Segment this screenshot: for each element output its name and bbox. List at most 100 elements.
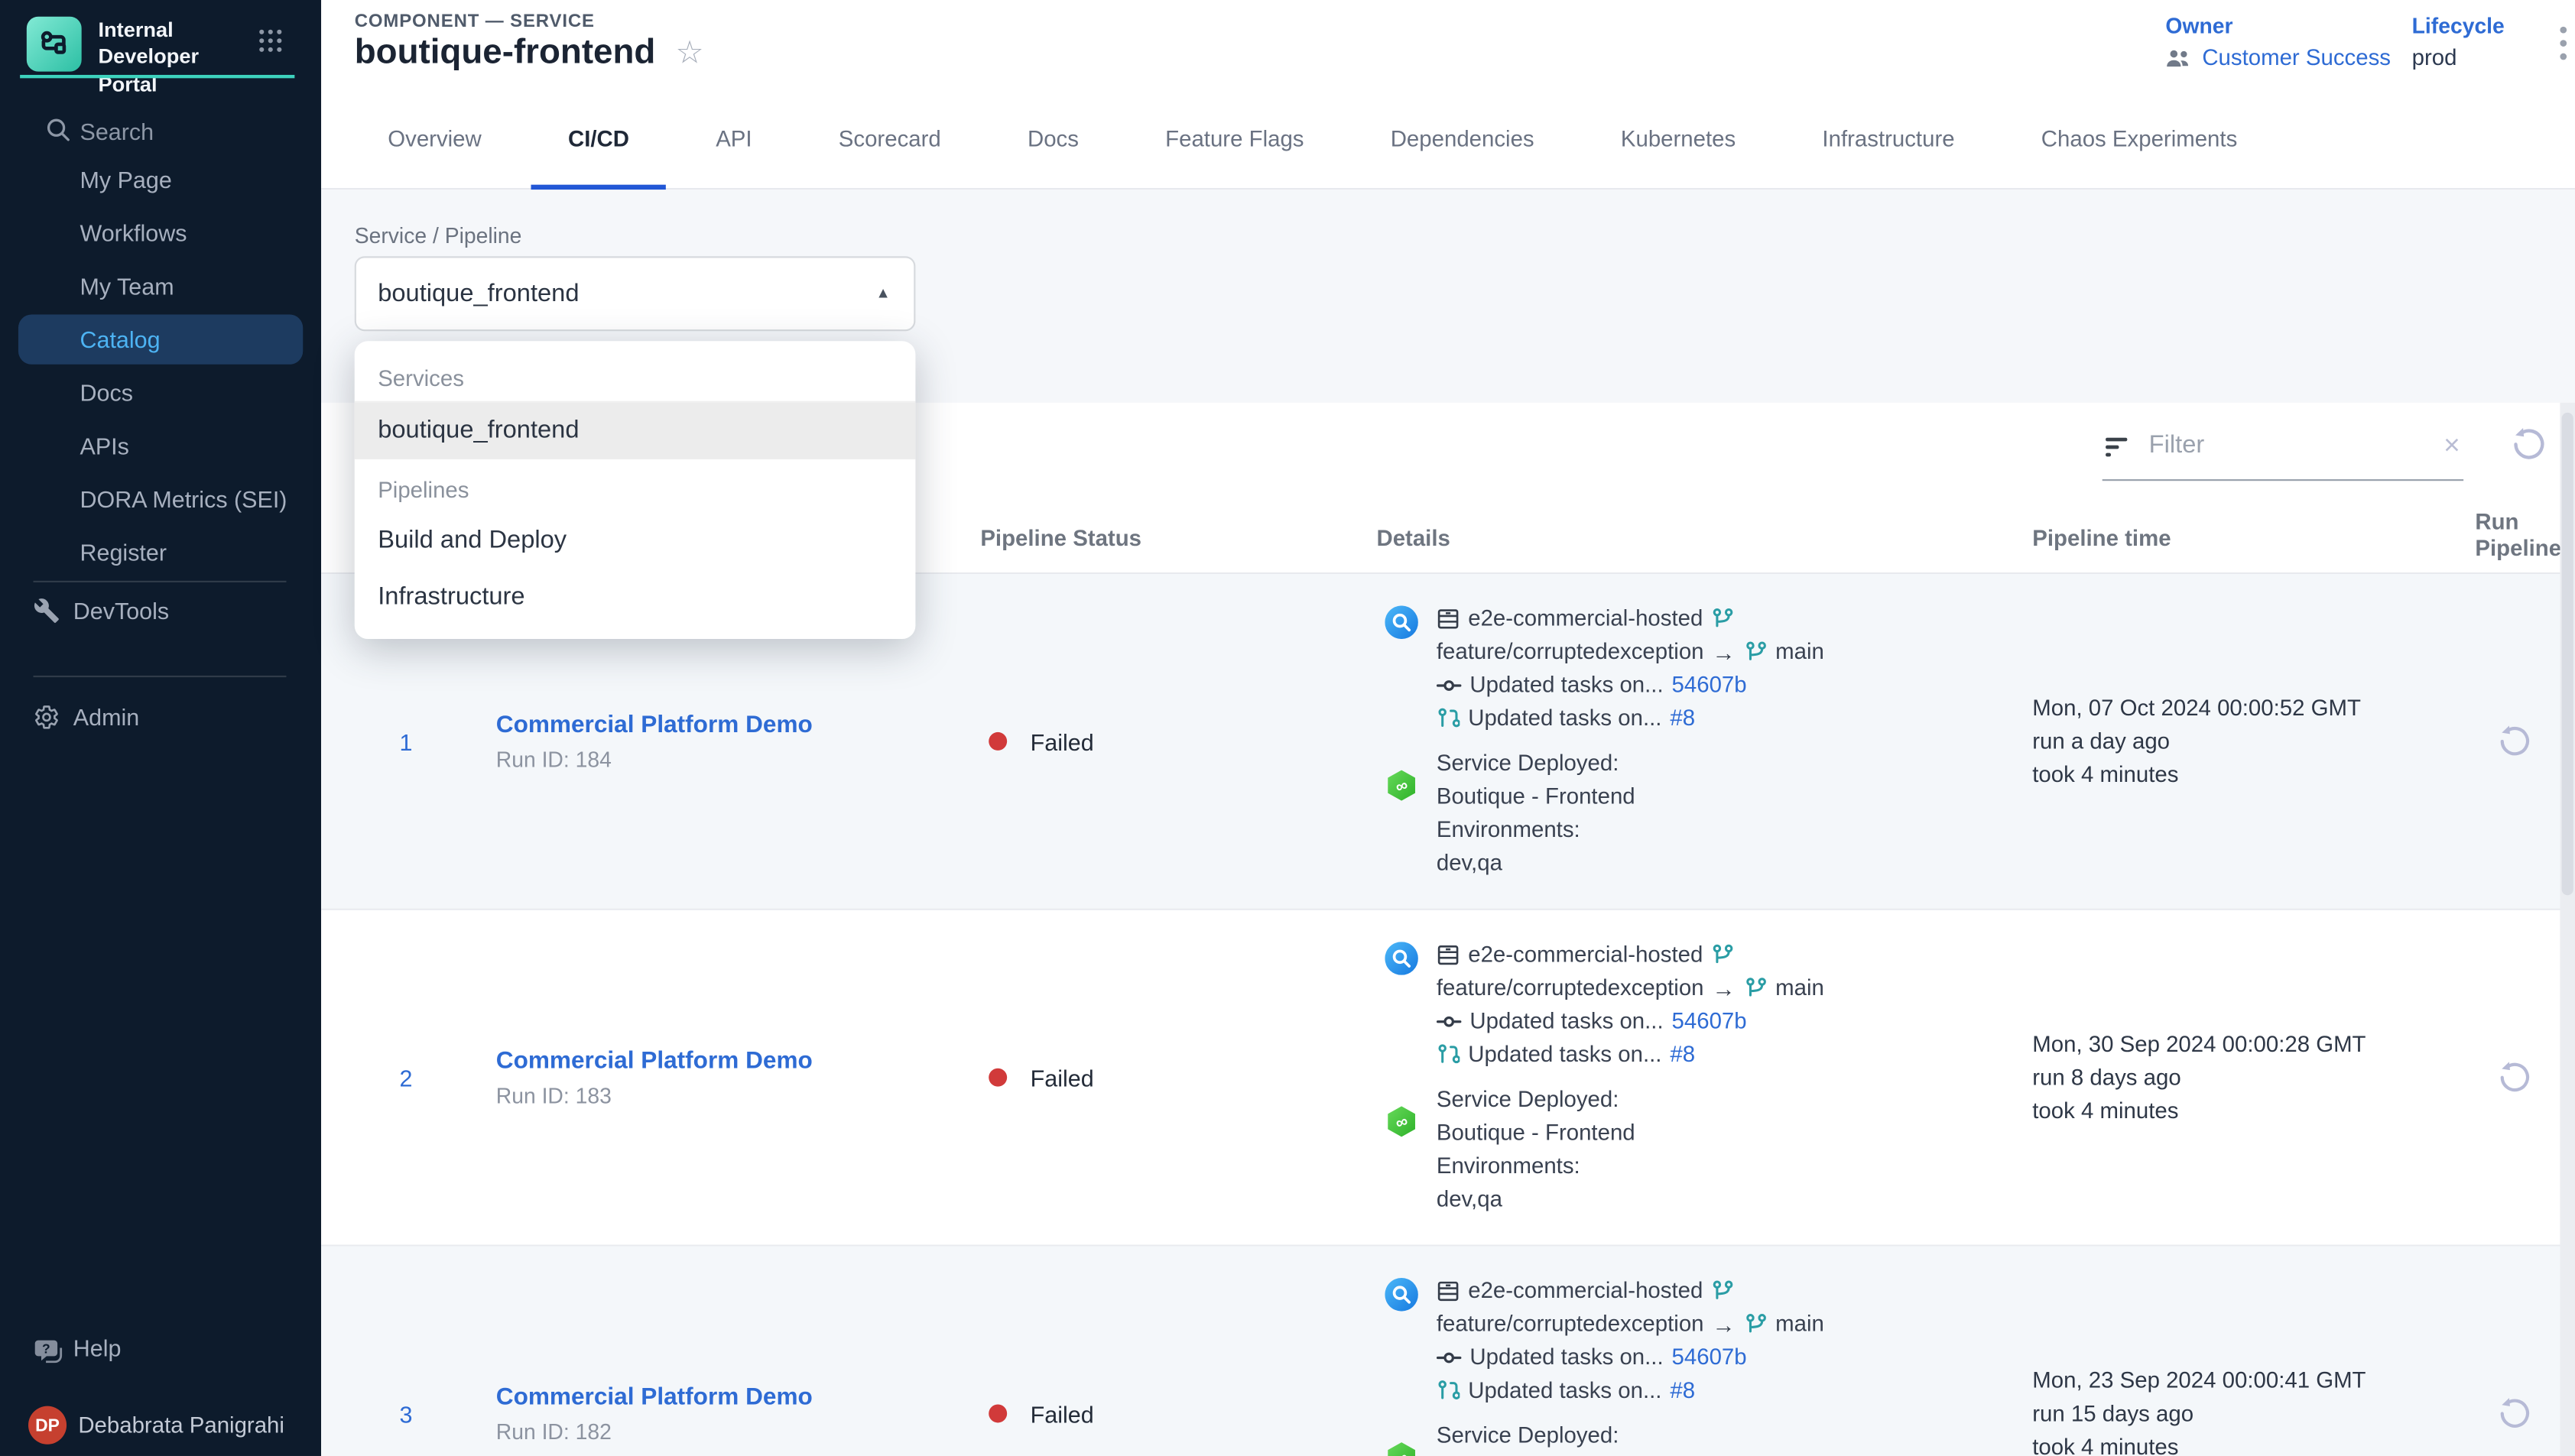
status-label: Failed [1031,728,1094,754]
vertical-scrollbar[interactable] [2560,403,2575,1456]
table-row: 2 Commercial Platform Demo Run ID: 183 F… [321,910,2575,1247]
more-options-kebab-icon[interactable] [2552,23,2575,66]
dropdown-option-infrastructure[interactable]: Infrastructure [355,569,916,626]
table-body: 1 Commercial Platform Demo Run ID: 184 F… [321,574,2575,1456]
commit-icon [1437,1010,1462,1033]
help-chat-icon: ? [34,1338,63,1367]
filter-input[interactable] [2145,430,2410,461]
refresh-icon[interactable] [2510,426,2547,462]
user-menu[interactable]: DP Debabrata Panigrahi [0,1402,321,1452]
pipeline-took: took 4 minutes [2032,1094,2452,1127]
run-pipeline-retry-icon[interactable] [2496,724,2531,759]
service-pipeline-select[interactable]: boutique_frontend ▲ [355,256,916,331]
sidebar-item-label: Help [73,1334,122,1361]
tab-scorecard[interactable]: Scorecard [795,93,984,188]
sidebar-item-my-team[interactable]: My Team [0,260,321,313]
tab-api[interactable]: API [673,93,796,188]
sidebar-item-help[interactable]: ? Help [0,1326,321,1380]
filter-icon [2106,438,2131,459]
service-pipeline-label: Service / Pipeline [355,223,522,248]
sidebar-item-label: Admin [73,704,139,731]
deployed-service: Boutique - Frontend [1437,1453,1635,1456]
run-id: Run ID: 182 [496,1419,954,1445]
dropdown-option-boutique-frontend[interactable]: boutique_frontend [355,403,916,459]
source-branch: feature/corruptedexception [1437,636,1704,670]
lifecycle-value: prod [2412,45,2457,70]
commit-link[interactable]: 54607b [1672,1005,1747,1039]
pr-link[interactable]: #8 [1670,1039,1695,1072]
tab-overview[interactable]: Overview [345,93,525,188]
clear-filter-icon[interactable]: × [2443,430,2460,463]
page-header: COMPONENT — SERVICE boutique-frontend ☆ … [321,0,2575,93]
pull-request-icon [1437,707,1460,730]
git-branch-icon [1744,977,1767,1000]
deployed-label: Service Deployed: [1437,1083,1619,1117]
tab-infrastructure[interactable]: Infrastructure [1779,93,1998,188]
tab-cicd[interactable]: CI/CD [524,93,672,188]
owner-label: Owner [2165,13,2391,38]
sidebar-item-devtools[interactable]: DevTools [0,585,321,639]
search-icon [45,116,72,143]
sidebar-item-register[interactable]: Register [0,526,321,579]
ci-stage-icon [1385,1278,1418,1312]
pipeline-took: took 4 minutes [2032,758,2452,792]
git-branch-icon [1711,1279,1734,1302]
tab-chaos-experiments[interactable]: Chaos Experiments [1998,93,2281,188]
people-icon [2165,47,2192,67]
sidebar-item-apis[interactable]: APIs [0,420,321,473]
tab-feature-flags[interactable]: Feature Flags [1122,93,1348,188]
repo-name: e2e-commercial-hosted [1468,939,1703,972]
sidebar-item-workflows[interactable]: Workflows [0,206,321,260]
run-pipeline-retry-icon[interactable] [2496,1396,2531,1432]
sidebar-nav: My Page Workflows My Team Catalog Docs A… [0,153,321,579]
sidebar-item-admin[interactable]: Admin [0,692,321,746]
user-name: Debabrata Panigrahi [78,1412,284,1438]
table-row: 3 Commercial Platform Demo Run ID: 182 F… [321,1247,2575,1456]
pipeline-date: Mon, 30 Sep 2024 00:00:28 GMT [2032,1027,2452,1061]
service-pipeline-dropdown: Services boutique_frontend Pipelines Bui… [355,341,916,639]
deployed-label: Service Deployed: [1437,747,1619,781]
tab-dependencies[interactable]: Dependencies [1347,93,1577,188]
pipeline-name-link[interactable]: Commercial Platform Demo [496,712,813,739]
owner-link[interactable]: Customer Success [2202,45,2391,70]
arrow-right-icon: → [1712,1308,1735,1341]
arrow-right-icon: → [1712,636,1735,670]
row-index: 1 [355,728,463,754]
commit-link[interactable]: 54607b [1672,669,1747,702]
sidebar-item-dora-metrics[interactable]: DORA Metrics (SEI) [0,472,321,526]
wrench-icon [34,598,60,624]
commit-link[interactable]: 54607b [1672,1341,1747,1375]
repository-icon [1437,943,1460,966]
tab-kubernetes[interactable]: Kubernetes [1577,93,1779,188]
column-run-pipeline: Run Pipeline [2452,509,2552,572]
pipeline-name-link[interactable]: Commercial Platform Demo [496,1049,813,1075]
favorite-star-icon[interactable]: ☆ [675,37,703,69]
sidebar-item-catalog[interactable]: Catalog [18,314,303,364]
run-id: Run ID: 184 [496,747,954,773]
sidebar-item-docs[interactable]: Docs [0,366,321,420]
pr-link[interactable]: #8 [1670,702,1695,736]
pipeline-took: took 4 minutes [2032,1430,2452,1456]
tab-docs[interactable]: Docs [984,93,1122,188]
status-dot-icon [989,1068,1007,1087]
git-branch-icon [1711,608,1734,631]
git-branch-icon [1711,943,1734,966]
environments-value: dev,qa [1437,847,1502,880]
sidebar-item-label: DevTools [73,598,169,624]
sidebar-item-search[interactable]: Search [0,110,321,154]
run-pipeline-retry-icon[interactable] [2496,1060,2531,1095]
pipeline-name-link[interactable]: Commercial Platform Demo [496,1384,813,1411]
scrollbar-thumb[interactable] [2562,413,2573,895]
status-dot-icon [989,1404,1007,1422]
dropdown-option-build-and-deploy[interactable]: Build and Deploy [355,513,916,569]
pr-link[interactable]: #8 [1670,1374,1695,1408]
column-pipeline-time: Pipeline time [1994,526,2452,572]
svg-text:?: ? [42,1341,50,1357]
ci-stage-icon [1385,605,1418,639]
pull-request-icon [1437,1380,1460,1402]
main-area: COMPONENT — SERVICE boutique-frontend ☆ … [321,0,2575,1456]
apps-grid-icon[interactable] [258,28,283,54]
git-branch-icon [1744,1313,1767,1336]
sidebar-item-my-page[interactable]: My Page [0,153,321,206]
dropdown-group-services: Services [355,358,916,403]
